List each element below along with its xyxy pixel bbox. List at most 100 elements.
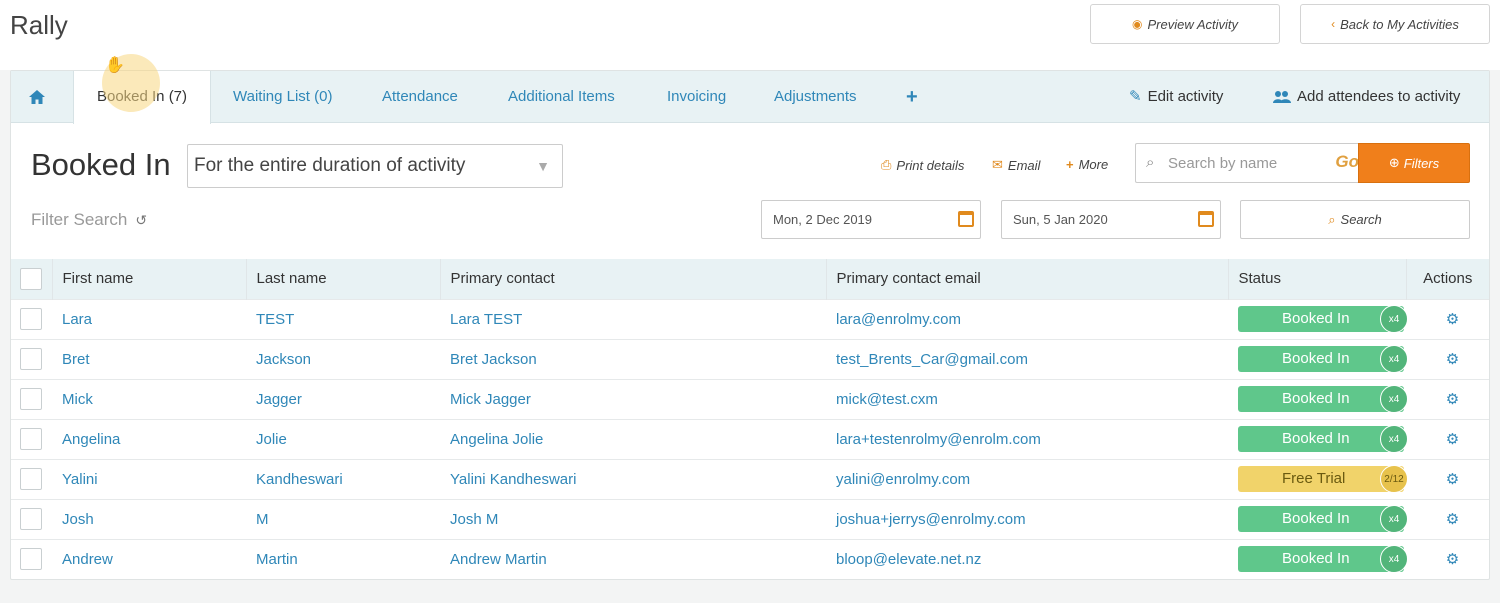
select-all-checkbox[interactable] bbox=[20, 267, 42, 290]
row-checkbox[interactable] bbox=[20, 468, 42, 490]
column-header-first-name[interactable]: First name bbox=[52, 259, 247, 299]
status-badge[interactable]: Booked In x4 bbox=[1238, 425, 1408, 453]
tab-booked-in[interactable]: Booked In (7) bbox=[73, 71, 211, 124]
date-from-field[interactable]: Mon, 2 Dec 2019 bbox=[761, 200, 981, 239]
primary-contact-email-link[interactable]: test_Brents_Car@gmail.com bbox=[826, 338, 1228, 379]
primary-contact-link[interactable]: Yalini Kandheswari bbox=[440, 458, 826, 499]
status-count-badge: x4 bbox=[1380, 545, 1408, 574]
search-button[interactable]: ⌕ Search bbox=[1240, 200, 1470, 239]
tab-additional-items[interactable]: Additional Items bbox=[508, 71, 615, 123]
tab-home[interactable] bbox=[29, 71, 53, 123]
primary-contact-email-link[interactable]: joshua+jerrys@enrolmy.com bbox=[826, 498, 1228, 539]
column-header-last-name[interactable]: Last name bbox=[246, 259, 441, 299]
tab-adjustments[interactable]: Adjustments bbox=[774, 71, 857, 123]
filter-search-label: Filter Search bbox=[31, 210, 128, 229]
tab-attendance[interactable]: Attendance bbox=[382, 71, 458, 123]
first-name-link[interactable]: Lara bbox=[52, 298, 246, 339]
column-header-primary-contact[interactable]: Primary contact bbox=[440, 259, 827, 299]
calendar-icon[interactable] bbox=[958, 211, 974, 227]
table-header-row: First name Last name Primary contact Pri… bbox=[11, 259, 1489, 299]
duration-select[interactable]: For the entire duration of activity ▼ bbox=[187, 144, 563, 188]
gear-icon[interactable]: ⚙ bbox=[1446, 511, 1459, 528]
primary-contact-link[interactable]: Andrew Martin bbox=[440, 538, 826, 579]
last-name-link[interactable]: Jolie bbox=[246, 418, 440, 459]
column-header-primary-contact-email[interactable]: Primary contact email bbox=[826, 259, 1229, 299]
print-details-link[interactable]: ⎙ Print details bbox=[881, 157, 964, 173]
first-name-link[interactable]: Andrew bbox=[52, 538, 246, 579]
first-name-link[interactable]: Yalini bbox=[52, 458, 246, 499]
filters-button[interactable]: ⊕ Filters bbox=[1358, 143, 1470, 183]
back-to-activities-button[interactable]: ‹ Back to My Activities bbox=[1300, 4, 1490, 44]
preview-activity-button[interactable]: ◉ Preview Activity bbox=[1090, 4, 1280, 44]
calendar-icon[interactable] bbox=[1198, 211, 1214, 227]
top-bar: Rally ◉ Preview Activity ‹ Back to My Ac… bbox=[0, 0, 1500, 70]
tab-waiting-list[interactable]: Waiting List (0) bbox=[233, 71, 332, 123]
table-row: Mick Jagger Mick Jagger mick@test.cxm Booked… bbox=[11, 378, 1489, 419]
last-name-link[interactable]: Jackson bbox=[246, 338, 440, 379]
status-badge[interactable]: Booked In x4 bbox=[1238, 305, 1408, 333]
column-header-status[interactable]: Status bbox=[1228, 259, 1407, 299]
last-name-link[interactable]: Jagger bbox=[246, 378, 440, 419]
edit-activity-button[interactable]: ✎ Edit activity bbox=[1129, 71, 1223, 123]
status-cell: Booked In x4 bbox=[1228, 298, 1408, 339]
print-details-label: Print details bbox=[896, 157, 965, 173]
last-name-link[interactable]: Kandheswari bbox=[246, 458, 440, 499]
reset-icon[interactable]: ↺ bbox=[135, 212, 147, 229]
primary-contact-link[interactable]: Josh M bbox=[440, 498, 826, 539]
primary-contact-link[interactable]: Mick Jagger bbox=[440, 378, 826, 419]
filter-search-toggle[interactable]: Filter Search ↺ bbox=[31, 210, 147, 230]
tab-invoicing[interactable]: Invoicing bbox=[667, 71, 726, 123]
gear-icon[interactable]: ⚙ bbox=[1446, 551, 1459, 568]
column-header-actions: Actions bbox=[1406, 259, 1489, 299]
primary-contact-email-link[interactable]: yalini@enrolmy.com bbox=[826, 458, 1228, 499]
first-name-link[interactable]: Mick bbox=[52, 378, 246, 419]
more-link[interactable]: + More bbox=[1066, 157, 1108, 172]
attendees-table: First name Last name Primary contact Pri… bbox=[11, 259, 1489, 579]
row-checkbox[interactable] bbox=[20, 508, 42, 530]
status-badge[interactable]: Free Trial 2/12 bbox=[1238, 465, 1408, 493]
row-actions-cell: ⚙ bbox=[1406, 338, 1489, 379]
search-input[interactable] bbox=[1168, 152, 1318, 174]
row-checkbox[interactable] bbox=[20, 348, 42, 370]
go-button[interactable]: Go bbox=[1335, 152, 1359, 172]
status-badge[interactable]: Booked In x4 bbox=[1238, 505, 1408, 533]
row-actions-cell: ⚙ bbox=[1406, 538, 1489, 579]
gear-icon[interactable]: ⚙ bbox=[1446, 391, 1459, 408]
row-checkbox[interactable] bbox=[20, 388, 42, 410]
primary-contact-email-link[interactable]: lara+testenrolmy@enrolm.com bbox=[826, 418, 1228, 459]
email-link[interactable]: ✉ Email bbox=[992, 157, 1040, 173]
add-tab-plus-icon[interactable]: + bbox=[906, 71, 918, 123]
status-badge[interactable]: Booked In x4 bbox=[1238, 345, 1408, 373]
first-name-link[interactable]: Bret bbox=[52, 338, 246, 379]
table-row: Josh M Josh Mjoshua+jerrys@enrolmy.com Book… bbox=[11, 498, 1489, 539]
last-name-link[interactable]: M bbox=[246, 498, 440, 539]
select-all-cell bbox=[11, 259, 53, 299]
primary-contact-link[interactable]: Angelina Jolie bbox=[440, 418, 826, 459]
row-select-cell bbox=[11, 538, 52, 579]
primary-contact-email-link[interactable]: mick@test.cxm bbox=[826, 378, 1228, 419]
last-name-link[interactable]: Martin bbox=[246, 538, 440, 579]
primary-contact-email-link[interactable]: bloop@elevate.net.nz bbox=[826, 538, 1228, 579]
status-label: Booked In bbox=[1282, 550, 1350, 568]
row-checkbox[interactable] bbox=[20, 428, 42, 450]
row-checkbox[interactable] bbox=[20, 548, 42, 571]
gear-icon[interactable]: ⚙ bbox=[1446, 431, 1459, 448]
status-badge[interactable]: Booked In x4 bbox=[1238, 385, 1408, 413]
row-actions-cell: ⚙ bbox=[1406, 458, 1489, 499]
status-badge[interactable]: Booked In x4 bbox=[1238, 545, 1408, 574]
first-name-link[interactable]: Angelina bbox=[52, 418, 246, 459]
row-checkbox[interactable] bbox=[20, 308, 42, 330]
primary-contact-email-link[interactable]: lara@enrolmy.com bbox=[826, 298, 1228, 339]
first-name-link[interactable]: Josh bbox=[52, 498, 246, 539]
date-to-field[interactable]: Sun, 5 Jan 2020 bbox=[1001, 200, 1221, 239]
add-attendees-button[interactable]: Add attendees to activity bbox=[1273, 71, 1460, 123]
status-cell: Booked In x4 bbox=[1228, 498, 1408, 539]
gear-icon[interactable]: ⚙ bbox=[1446, 471, 1459, 488]
primary-contact-link[interactable]: Bret Jackson bbox=[440, 338, 826, 379]
plus-icon: + bbox=[1066, 157, 1074, 172]
gear-icon[interactable]: ⚙ bbox=[1446, 311, 1459, 328]
row-select-cell bbox=[11, 458, 52, 499]
last-name-link[interactable]: TEST bbox=[246, 298, 440, 339]
gear-icon[interactable]: ⚙ bbox=[1446, 351, 1459, 368]
primary-contact-link[interactable]: Lara TEST bbox=[440, 298, 826, 339]
